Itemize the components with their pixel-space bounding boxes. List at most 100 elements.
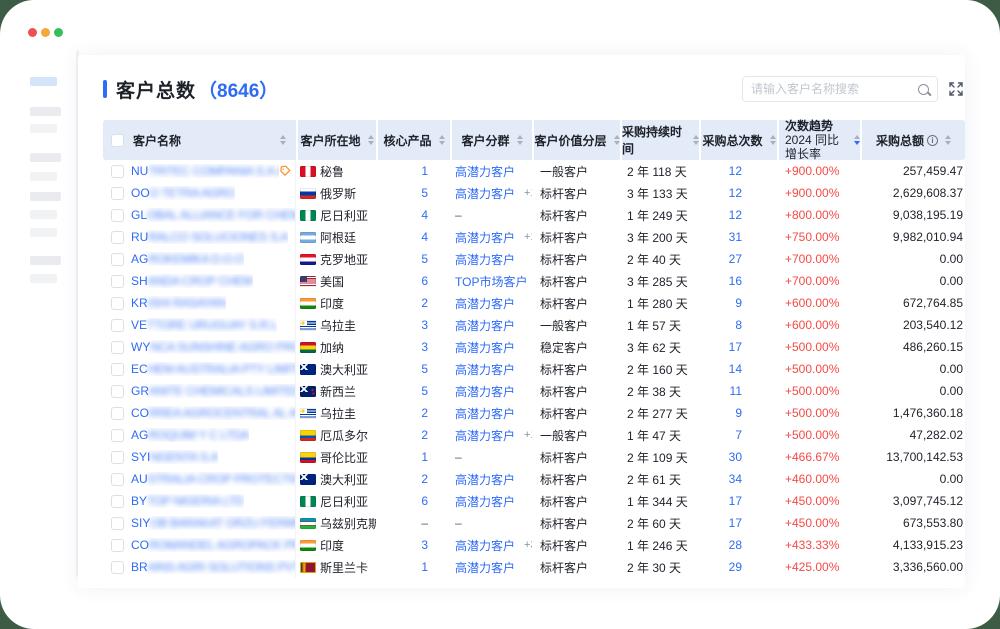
fullscreen-button[interactable] bbox=[948, 81, 964, 97]
segment-link[interactable]: 高潜力客户 bbox=[455, 185, 515, 202]
sort-carets-icon[interactable] bbox=[368, 135, 374, 145]
sidebar-item-active[interactable] bbox=[30, 77, 57, 86]
core-products-value[interactable]: 6 bbox=[421, 274, 428, 288]
row-checkbox[interactable] bbox=[111, 473, 124, 486]
core-products-value[interactable]: 4 bbox=[421, 230, 428, 244]
column-header-location[interactable]: 客户所在地 bbox=[298, 120, 376, 160]
sort-carets-icon[interactable] bbox=[280, 135, 286, 145]
core-products-value[interactable]: 1 bbox=[421, 164, 428, 178]
row-checkbox[interactable] bbox=[111, 319, 124, 332]
customer-search-box[interactable] bbox=[742, 76, 938, 102]
select-all-checkbox[interactable] bbox=[111, 134, 124, 147]
search-input[interactable] bbox=[751, 82, 918, 96]
core-products-value[interactable]: – bbox=[421, 516, 428, 530]
column-header-value-tier[interactable]: 客户价值分层 bbox=[534, 120, 620, 160]
row-checkbox[interactable] bbox=[111, 275, 124, 288]
segment-link[interactable]: 高潜力客户 bbox=[455, 383, 515, 400]
segment-link[interactable]: TOP市场客户 bbox=[455, 273, 527, 290]
sidebar-item[interactable] bbox=[30, 107, 61, 116]
sort-carets-icon[interactable] bbox=[945, 135, 951, 145]
core-products-value[interactable]: 3 bbox=[421, 318, 428, 332]
core-products-value[interactable]: 3 bbox=[421, 538, 428, 552]
customer-name-link[interactable]: GR ANITE CHEMICALS LIMITED bbox=[131, 384, 295, 398]
customer-name-link[interactable]: SYI NGENTA S.A bbox=[131, 450, 218, 464]
sort-carets-icon[interactable] bbox=[517, 135, 523, 145]
row-checkbox[interactable] bbox=[111, 517, 124, 530]
customer-name-link[interactable]: AG ROKEMIKA D.O.O bbox=[131, 252, 244, 266]
segment-link[interactable]: 高潜力客户 bbox=[455, 163, 515, 180]
column-header-count-trend[interactable]: 次数趋势 2024 同比增长率 bbox=[779, 120, 860, 160]
customer-name-link[interactable]: AG ROQUIM Y C LTDA bbox=[131, 428, 249, 442]
row-checkbox[interactable] bbox=[111, 407, 124, 420]
sidebar-item[interactable] bbox=[30, 153, 61, 162]
column-header-duration[interactable]: 采购持续时间 bbox=[622, 120, 699, 160]
customer-name-link[interactable]: RU RALCO SOLUCIONES S.A bbox=[131, 230, 288, 244]
core-products-value[interactable]: 4 bbox=[421, 208, 428, 222]
core-products-value[interactable]: 6 bbox=[421, 494, 428, 508]
row-checkbox[interactable] bbox=[111, 429, 124, 442]
segment-link[interactable]: 高潜力客户 bbox=[455, 251, 515, 268]
core-products-value[interactable]: 5 bbox=[421, 186, 428, 200]
customer-name-link[interactable]: WY NCA SUNSHINE AGRO PROD U... bbox=[131, 340, 295, 354]
search-icon[interactable] bbox=[918, 84, 929, 95]
sidebar-item[interactable] bbox=[30, 124, 57, 133]
sort-carets-icon[interactable] bbox=[693, 135, 699, 145]
customer-name-link[interactable]: BY TOP NIGERIA LTD bbox=[131, 494, 244, 508]
column-header-customer-name[interactable]: 客户名称 bbox=[103, 120, 296, 160]
segment-link[interactable]: 高潜力客户 bbox=[455, 361, 515, 378]
core-products-value[interactable]: 5 bbox=[421, 384, 428, 398]
column-header-purchase-count[interactable]: 采购总次数 bbox=[701, 120, 777, 160]
sidebar-item[interactable] bbox=[30, 192, 61, 201]
sidebar-item[interactable] bbox=[30, 172, 57, 181]
sidebar-item[interactable] bbox=[30, 256, 61, 265]
core-products-value[interactable]: 2 bbox=[421, 428, 428, 442]
customer-name-link[interactable]: GL OBAL ALLIANCE FOR CHEMI CA... bbox=[131, 208, 295, 222]
column-header-core-products[interactable]: 核心产品 bbox=[378, 120, 450, 160]
customer-name-link[interactable]: SIY OB BARAKAT ORZU FERMER X... bbox=[131, 516, 295, 530]
zoom-window-button[interactable] bbox=[54, 28, 63, 37]
minimize-window-button[interactable] bbox=[41, 28, 50, 37]
segment-link[interactable]: 高潜力客户 bbox=[455, 493, 515, 510]
segment-link[interactable]: 高潜力客户 bbox=[455, 295, 515, 312]
core-products-value[interactable]: 5 bbox=[421, 362, 428, 376]
core-products-value[interactable]: 2 bbox=[421, 296, 428, 310]
sidebar-item[interactable] bbox=[30, 228, 57, 237]
row-checkbox[interactable] bbox=[111, 341, 124, 354]
segment-link[interactable]: 高潜力客户 bbox=[455, 339, 515, 356]
customer-name-link[interactable]: CO RREA AGROCENTRAL AL AGRO R... bbox=[131, 406, 295, 420]
customer-name-link[interactable]: SH ANDA CROP CHEM bbox=[131, 274, 253, 288]
info-circle-icon[interactable] bbox=[927, 135, 938, 146]
sort-carets-icon[interactable] bbox=[614, 135, 620, 145]
close-window-button[interactable] bbox=[28, 28, 37, 37]
row-checkbox[interactable] bbox=[111, 231, 124, 244]
row-checkbox[interactable] bbox=[111, 495, 124, 508]
segment-link[interactable]: 高潜力客户 bbox=[455, 471, 515, 488]
core-products-value[interactable]: 3 bbox=[421, 340, 428, 354]
customer-name-link[interactable]: EC HEM AUSTRALIA PTY LIMITED bbox=[131, 362, 295, 376]
segment-link[interactable]: 高潜力客户 bbox=[455, 537, 515, 554]
row-checkbox[interactable] bbox=[111, 297, 124, 310]
sort-carets-icon[interactable] bbox=[770, 135, 776, 145]
core-products-value[interactable]: 2 bbox=[421, 406, 428, 420]
segment-link[interactable]: 高潜力客户 bbox=[455, 559, 515, 576]
row-checkbox[interactable] bbox=[111, 451, 124, 464]
row-checkbox[interactable] bbox=[111, 561, 124, 574]
row-checkbox[interactable] bbox=[111, 385, 124, 398]
segment-link[interactable]: 高潜力客户 bbox=[455, 427, 515, 444]
row-checkbox[interactable] bbox=[111, 165, 124, 178]
customer-name-link[interactable]: AU STRALIA CROP PROTECTION P... bbox=[131, 472, 295, 486]
row-checkbox[interactable] bbox=[111, 539, 124, 552]
customer-name-link[interactable]: KR ISHI RASAYAN bbox=[131, 296, 226, 310]
segment-link[interactable]: 高潜力客户 bbox=[455, 405, 515, 422]
customer-name-link[interactable]: OO O TETRA AGRO bbox=[131, 186, 235, 200]
row-checkbox[interactable] bbox=[111, 187, 124, 200]
core-products-value[interactable]: 5 bbox=[421, 252, 428, 266]
customer-name-link[interactable]: VE TTORE URUGUAY S.R.L bbox=[131, 318, 277, 332]
row-checkbox[interactable] bbox=[111, 363, 124, 376]
core-products-value[interactable]: 2 bbox=[421, 472, 428, 486]
core-products-value[interactable]: 1 bbox=[421, 450, 428, 464]
segment-link[interactable]: 高潜力客户 bbox=[455, 229, 515, 246]
sidebar-item[interactable] bbox=[30, 210, 57, 219]
sort-carets-icon[interactable] bbox=[439, 135, 445, 145]
sort-carets-icon[interactable] bbox=[854, 135, 860, 145]
